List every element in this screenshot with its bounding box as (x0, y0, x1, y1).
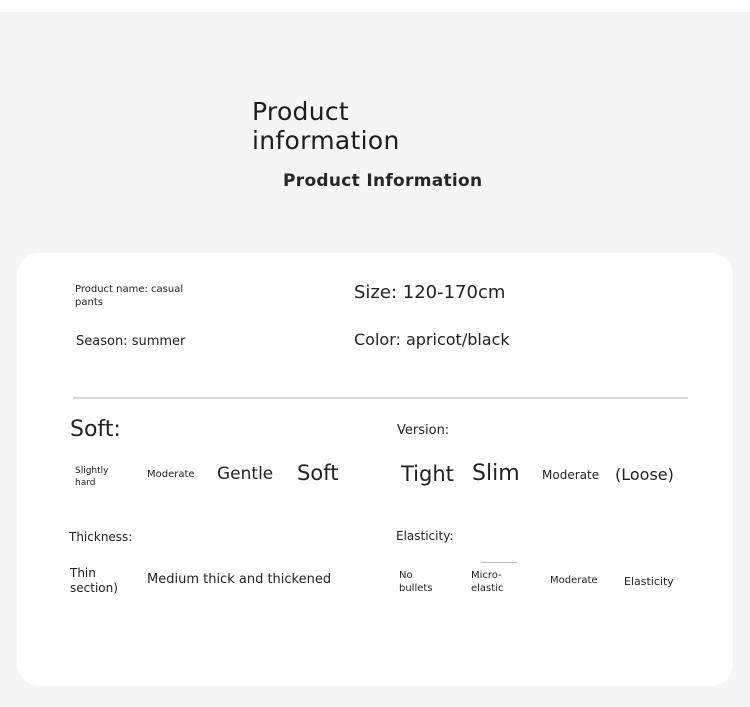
page-subtitle: Product Information (283, 171, 483, 191)
elasticity-option-micro-elastic: Micro-elastic (471, 570, 504, 594)
softness-option-slightly-hard: Slightly hard (75, 466, 109, 488)
page-title: Product information (252, 97, 400, 155)
version-option-tight: Tight (401, 462, 454, 486)
thickness-option-thin: Thin section) (70, 566, 118, 595)
size-text: Size: 120-170cm (354, 282, 506, 303)
elasticity-option-no-bullets: No bullets (399, 570, 433, 594)
season-text: Season: summer (76, 334, 186, 349)
thickness-label: Thickness: (69, 530, 133, 544)
softness-option-gentle: Gentle (217, 464, 274, 484)
version-label: Version: (397, 423, 450, 438)
elasticity-label: Elasticity: (396, 529, 454, 543)
softness-option-soft: Soft (297, 461, 339, 485)
softness-label: Soft: (70, 417, 121, 442)
decorative-dash (481, 562, 517, 563)
elasticity-option-elasticity: Elasticity (624, 575, 674, 588)
version-option-slim: Slim (472, 461, 520, 486)
section-divider (73, 397, 688, 399)
softness-option-moderate: Moderate (147, 469, 195, 480)
version-option-loose: (Loose) (615, 465, 674, 484)
product-name-text: Product name: casual pants (75, 284, 184, 308)
color-text: Color: apricot/black (354, 330, 510, 349)
version-option-moderate: Moderate (542, 468, 600, 482)
thickness-option-medium: Medium thick and thickened (147, 572, 332, 587)
elasticity-option-moderate: Moderate (550, 575, 598, 586)
